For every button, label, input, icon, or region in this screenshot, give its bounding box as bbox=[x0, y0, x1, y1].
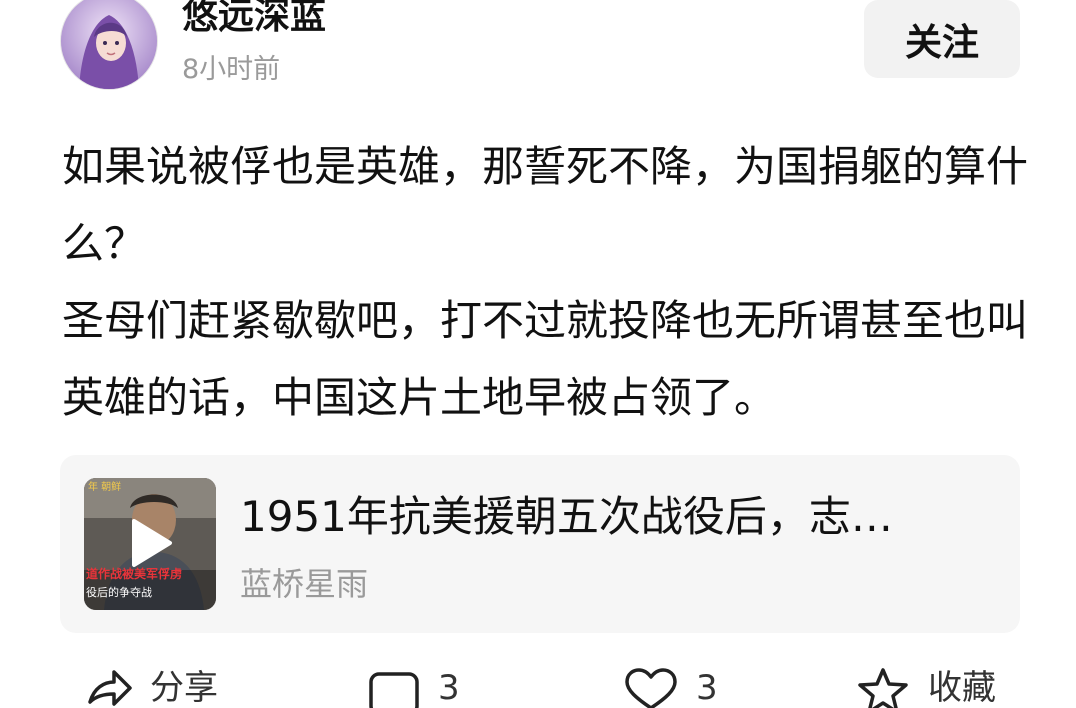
action-bar: 分享 3 3 收藏 bbox=[0, 668, 1076, 708]
thumbnail-caption-main: 道作战被美军俘虏 bbox=[86, 566, 182, 581]
share-button[interactable]: 分享 bbox=[86, 668, 218, 708]
comment-icon bbox=[369, 672, 419, 708]
comment-count: 3 bbox=[438, 668, 460, 708]
thumbnail-caption-top: 年 朝鲜 bbox=[88, 480, 121, 493]
linked-video-card[interactable]: 年 朝鲜 道作战被美军俘虏 役后的争夺战 1951年抗美援朝五次战役后，志… 蓝… bbox=[60, 455, 1020, 633]
post-timestamp: 8小时前 bbox=[182, 54, 281, 85]
play-icon[interactable] bbox=[130, 518, 174, 568]
like-count: 3 bbox=[696, 668, 718, 708]
avatar[interactable] bbox=[60, 0, 158, 90]
share-icon bbox=[88, 670, 132, 706]
linked-video-source: 蓝桥星雨 bbox=[240, 565, 369, 603]
like-button[interactable]: 3 bbox=[624, 668, 718, 708]
favorite-button[interactable]: 收藏 bbox=[856, 668, 996, 708]
star-icon bbox=[858, 668, 908, 708]
comment-button[interactable]: 3 bbox=[368, 668, 460, 708]
thumbnail-caption-sub: 役后的争夺战 bbox=[86, 585, 152, 599]
favorite-label: 收藏 bbox=[928, 668, 996, 708]
post-paragraph: 如果说被俘也是英雄，那誓死不降，为国捐躯的算什么？ bbox=[62, 142, 1029, 268]
follow-button[interactable]: 关注 bbox=[864, 0, 1020, 78]
post-body: 如果说被俘也是英雄，那誓死不降，为国捐躯的算什么？ 圣母们赶紧歇歇吧，打不过就投… bbox=[62, 128, 1032, 436]
linked-video-title[interactable]: 1951年抗美援朝五次战役后，志… bbox=[240, 487, 980, 547]
share-label: 分享 bbox=[150, 668, 218, 708]
video-thumbnail[interactable]: 年 朝鲜 道作战被美军俘虏 役后的争夺战 bbox=[84, 478, 216, 610]
username[interactable]: 悠远深蓝 bbox=[182, 0, 326, 42]
post-paragraph: 圣母们赶紧歇歇吧，打不过就投降也无所谓甚至也叫英雄的话，中国这片土地早被占领了。 bbox=[62, 296, 1029, 422]
heart-icon bbox=[625, 668, 677, 708]
